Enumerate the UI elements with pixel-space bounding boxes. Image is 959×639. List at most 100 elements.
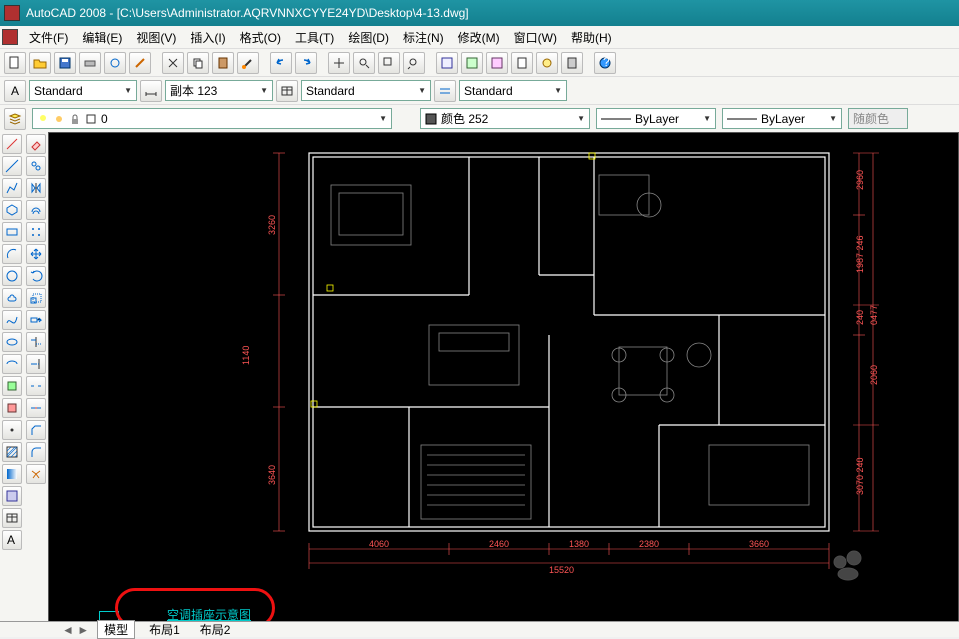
menu-dimension[interactable]: 标注(N) xyxy=(397,27,450,48)
rotate-button[interactable] xyxy=(26,266,46,286)
dimstyle-icon[interactable] xyxy=(140,80,162,102)
chevron-down-icon: ▼ xyxy=(124,86,132,95)
join-button[interactable] xyxy=(26,398,46,418)
paste-button[interactable] xyxy=(212,52,234,74)
revcloud-button[interactable] xyxy=(2,288,22,308)
xline-button[interactable] xyxy=(2,156,22,176)
menu-insert[interactable]: 插入(I) xyxy=(184,27,231,48)
textstyle-icon[interactable]: A xyxy=(4,80,26,102)
help-button[interactable]: ? xyxy=(594,52,616,74)
svg-text:?: ? xyxy=(603,56,610,69)
table-button[interactable] xyxy=(2,508,22,528)
stretch-button[interactable] xyxy=(26,310,46,330)
designcenter-button[interactable] xyxy=(461,52,483,74)
block-button[interactable] xyxy=(2,398,22,418)
lock-icon xyxy=(69,113,81,125)
ellipsearc-button[interactable] xyxy=(2,354,22,374)
toolpalette-button[interactable] xyxy=(486,52,508,74)
undo-button[interactable] xyxy=(270,52,292,74)
copy-button[interactable] xyxy=(187,52,209,74)
tablestyle-value: Standard xyxy=(306,84,355,98)
scale-button[interactable] xyxy=(26,288,46,308)
redo-button[interactable] xyxy=(295,52,317,74)
tab-layout2[interactable]: 布局2 xyxy=(194,621,237,638)
textstyle-value: Standard xyxy=(34,84,83,98)
lineweight-dropdown[interactable]: ByLayer ▼ xyxy=(722,108,842,129)
dimstyle-dropdown[interactable]: 副本 123▼ xyxy=(165,80,273,101)
matchprop-button[interactable] xyxy=(237,52,259,74)
linetype-value: ByLayer xyxy=(635,112,679,126)
properties-button[interactable] xyxy=(436,52,458,74)
save-button[interactable] xyxy=(54,52,76,74)
copy2-button[interactable] xyxy=(26,156,46,176)
cut-button[interactable] xyxy=(162,52,184,74)
menu-window[interactable]: 窗口(W) xyxy=(508,27,563,48)
pan-button[interactable] xyxy=(328,52,350,74)
menu-file[interactable]: 文件(F) xyxy=(23,27,74,48)
arc-button[interactable] xyxy=(2,244,22,264)
menu-tools[interactable]: 工具(T) xyxy=(289,27,340,48)
hatch-button[interactable] xyxy=(2,442,22,462)
sheet-set-button[interactable] xyxy=(511,52,533,74)
pline-button[interactable] xyxy=(2,178,22,198)
layer-props-button[interactable] xyxy=(4,108,26,130)
circle-button[interactable] xyxy=(2,266,22,286)
region-button[interactable] xyxy=(2,486,22,506)
chevron-down-icon: ▼ xyxy=(829,114,837,123)
linetype-dropdown[interactable]: ByLayer ▼ xyxy=(596,108,716,129)
trim-button[interactable] xyxy=(26,332,46,352)
plot-button[interactable] xyxy=(79,52,101,74)
menu-draw[interactable]: 绘图(D) xyxy=(342,27,395,48)
open-button[interactable] xyxy=(29,52,51,74)
extend-button[interactable] xyxy=(26,354,46,374)
tab-layout1[interactable]: 布局1 xyxy=(143,621,186,638)
tablestyle-dropdown[interactable]: Standard▼ xyxy=(301,80,431,101)
mtext-button[interactable]: A xyxy=(2,530,22,550)
fillet-button[interactable] xyxy=(26,442,46,462)
menu-view[interactable]: 视图(V) xyxy=(130,27,182,48)
zoom-win-button[interactable] xyxy=(378,52,400,74)
menu-edit[interactable]: 编辑(E) xyxy=(76,27,128,48)
menu-format[interactable]: 格式(O) xyxy=(234,27,287,48)
plotstyle-dropdown[interactable]: 随颜色 xyxy=(848,108,908,129)
svg-text:1380: 1380 xyxy=(569,539,589,549)
watermark-icon xyxy=(830,548,866,584)
layer-dropdown[interactable]: 0 ▼ xyxy=(32,108,392,129)
tablestyle-icon[interactable] xyxy=(276,80,298,102)
array-button[interactable] xyxy=(26,222,46,242)
app-icon xyxy=(4,5,20,21)
mirror-button[interactable] xyxy=(26,178,46,198)
textstyle-dropdown[interactable]: Standard ▼ xyxy=(29,80,137,101)
svg-text:1140: 1140 xyxy=(241,346,251,365)
spline-button[interactable] xyxy=(2,310,22,330)
menu-help[interactable]: 帮助(H) xyxy=(565,27,618,48)
markup-button[interactable] xyxy=(536,52,558,74)
break-button[interactable] xyxy=(26,376,46,396)
line-button[interactable] xyxy=(2,134,22,154)
publish-button[interactable] xyxy=(129,52,151,74)
erase-button[interactable] xyxy=(26,134,46,154)
gradient-button[interactable] xyxy=(2,464,22,484)
zoom-rt-button[interactable] xyxy=(353,52,375,74)
offset-button[interactable] xyxy=(26,200,46,220)
point-button[interactable] xyxy=(2,420,22,440)
menu-modify[interactable]: 修改(M) xyxy=(452,27,506,48)
ellipse-button[interactable] xyxy=(2,332,22,352)
zoom-prev-button[interactable] xyxy=(403,52,425,74)
main-area: A xyxy=(0,132,959,637)
calc-button[interactable] xyxy=(561,52,583,74)
drawing-canvas[interactable]: 4060 2460 1380 2380 3660 15520 2960 1987… xyxy=(48,132,959,637)
autocad-icon[interactable] xyxy=(2,29,18,45)
preview-button[interactable] xyxy=(104,52,126,74)
tab-model[interactable]: 模型 xyxy=(97,620,135,639)
mlstyle-icon[interactable] xyxy=(434,80,456,102)
mlstyle-dropdown[interactable]: Standard▼ xyxy=(459,80,567,101)
chamfer-button[interactable] xyxy=(26,420,46,440)
polygon-button[interactable] xyxy=(2,200,22,220)
new-button[interactable] xyxy=(4,52,26,74)
rectangle-button[interactable] xyxy=(2,222,22,242)
explode-button[interactable] xyxy=(26,464,46,484)
color-dropdown[interactable]: 颜色 252 ▼ xyxy=(420,108,590,129)
move-button[interactable] xyxy=(26,244,46,264)
insert-button[interactable] xyxy=(2,376,22,396)
